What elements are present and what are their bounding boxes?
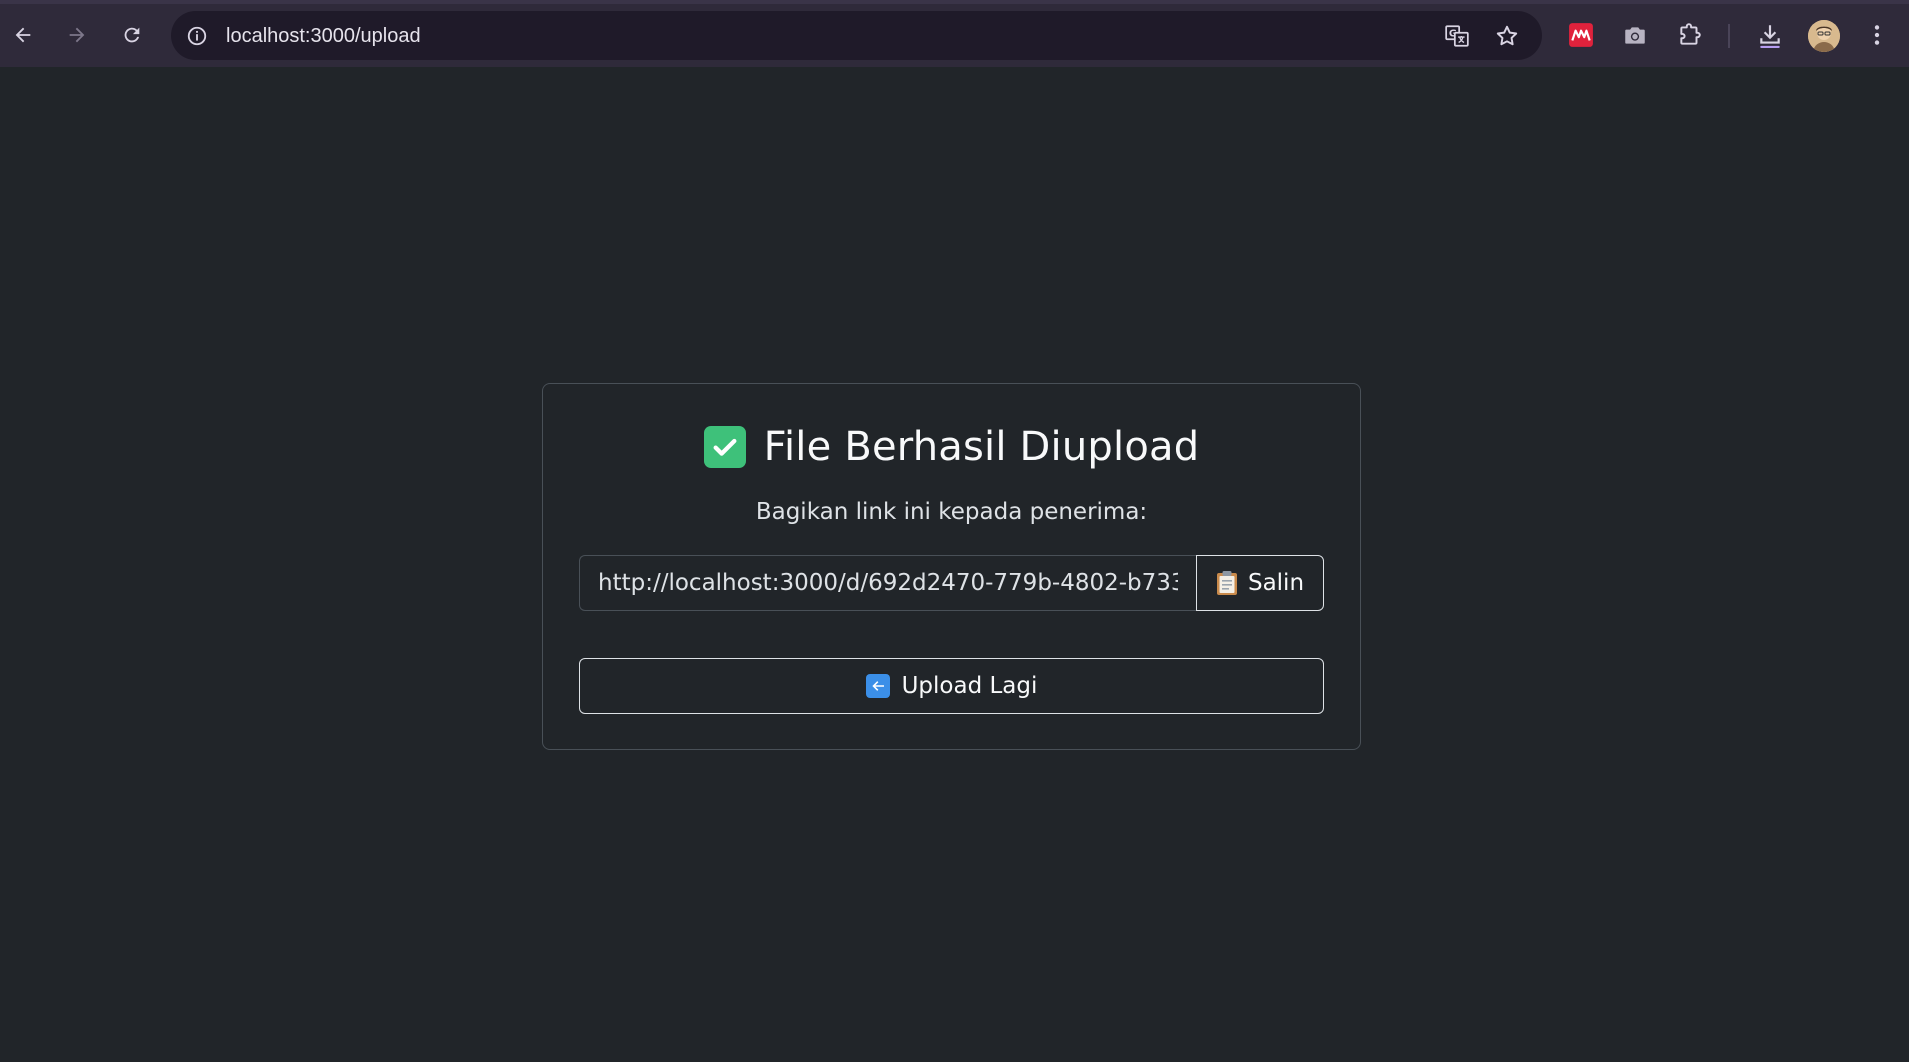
toolbar-divider (1728, 24, 1730, 48)
camera-icon (1625, 27, 1645, 44)
back-arrow-icon (865, 674, 890, 698)
arrow-left-icon (15, 27, 31, 43)
arrow-right-icon (69, 27, 85, 43)
copy-button[interactable]: Salin (1196, 555, 1324, 611)
browser-menu-button[interactable] (1860, 18, 1894, 52)
upload-success-card: File Berhasil Diupload Bagikan link ini … (542, 383, 1361, 750)
profile-avatar-icon (1808, 20, 1840, 52)
red-extension-button[interactable] (1564, 18, 1598, 52)
red-extension-icon (1569, 23, 1593, 47)
share-link-group: Salin (579, 555, 1324, 611)
downloads-button[interactable] (1753, 18, 1787, 52)
info-icon (187, 26, 207, 46)
url-text[interactable]: localhost:3000/upload (226, 25, 421, 48)
download-icon (1760, 25, 1780, 48)
copy-button-label: Salin (1247, 570, 1305, 596)
camera-extension-button[interactable] (1618, 18, 1652, 52)
check-mark-icon (703, 426, 746, 468)
star-icon (1496, 25, 1518, 46)
bookmark-button[interactable] (1491, 20, 1523, 52)
browser-toolbar: localhost:3000/upload G (0, 0, 1909, 67)
clipboard-icon (1216, 571, 1237, 595)
share-link-input[interactable] (579, 555, 1196, 611)
reload-icon (124, 27, 140, 43)
upload-again-button[interactable]: Upload Lagi (579, 658, 1324, 714)
share-instruction: Bagikan link ini kepada penerima: (755, 499, 1148, 525)
avatar[interactable] (1808, 20, 1840, 52)
translate-icon: G (1445, 25, 1469, 47)
back-button[interactable] (6, 18, 40, 52)
extensions-button[interactable] (1673, 18, 1707, 52)
translate-button[interactable]: G (1441, 20, 1473, 52)
upload-again-label: Upload Lagi (901, 673, 1038, 699)
puzzle-icon (1680, 23, 1701, 45)
site-info-button[interactable] (181, 20, 213, 52)
forward-button[interactable] (60, 18, 94, 52)
page-title: File Berhasil Diupload (543, 424, 1360, 470)
address-bar[interactable]: localhost:3000/upload G (171, 11, 1542, 60)
kebab-menu-icon (1874, 25, 1880, 45)
reload-button[interactable] (115, 18, 149, 52)
title-text: File Berhasil Diupload (763, 424, 1200, 470)
